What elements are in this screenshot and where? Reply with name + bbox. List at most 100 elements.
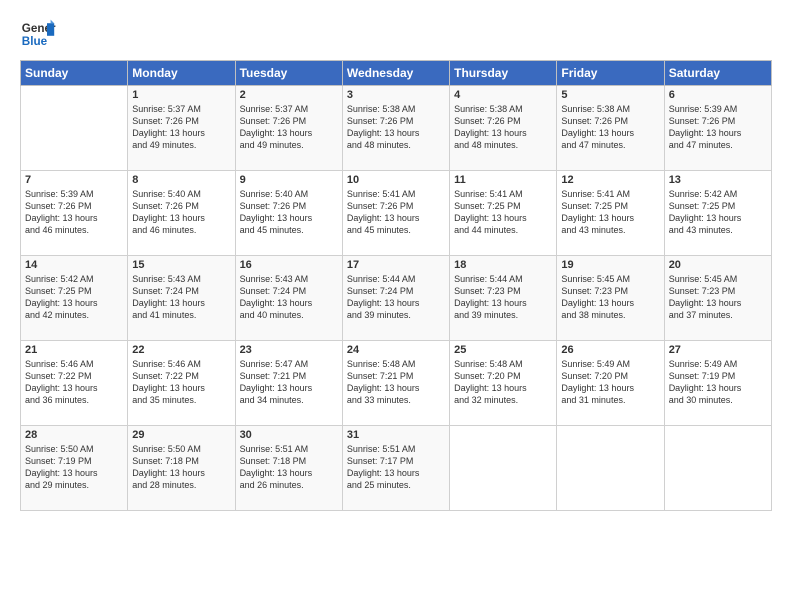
day-info: Sunrise: 5:50 AM Sunset: 7:18 PM Dayligh…	[132, 443, 230, 492]
day-number: 2	[240, 89, 338, 101]
day-number: 21	[25, 344, 123, 356]
day-cell: 19 Sunrise: 5:45 AM Sunset: 7:23 PM Dayli…	[557, 256, 664, 341]
day-number: 31	[347, 429, 445, 441]
day-cell: 22 Sunrise: 5:46 AM Sunset: 7:22 PM Dayli…	[128, 341, 235, 426]
calendar-table: SundayMondayTuesdayWednesdayThursdayFrid…	[20, 60, 772, 511]
day-cell: 7Sunrise: 5:39 AM Sunset: 7:26 PM Daylig…	[21, 171, 128, 256]
svg-text:Blue: Blue	[22, 35, 48, 48]
col-header-tuesday: Tuesday	[235, 61, 342, 86]
day-number: 20	[669, 259, 767, 271]
day-number: 22	[132, 344, 230, 356]
day-number: 28	[25, 429, 123, 441]
day-info: Sunrise: 5:38 AM Sunset: 7:26 PM Dayligh…	[561, 103, 659, 152]
day-number: 4	[454, 89, 552, 101]
day-number: 8	[132, 174, 230, 186]
day-cell: 15Sunrise: 5:43 AM Sunset: 7:24 PM Dayli…	[128, 256, 235, 341]
page-container: General Blue SundayMondayTuesdayWednesda…	[0, 0, 792, 521]
day-number: 11	[454, 174, 552, 186]
day-cell: 13Sunrise: 5:42 AM Sunset: 7:25 PM Dayli…	[664, 171, 771, 256]
day-cell: 12Sunrise: 5:41 AM Sunset: 7:25 PM Dayli…	[557, 171, 664, 256]
week-row-3: 14 Sunrise: 5:42 AM Sunset: 7:25 PM Dayli…	[21, 256, 772, 341]
day-number: 29	[132, 429, 230, 441]
day-cell: 9 Sunrise: 5:40 AM Sunset: 7:26 PM Daylig…	[235, 171, 342, 256]
col-header-monday: Monday	[128, 61, 235, 86]
day-info: Sunrise: 5:40 AM Sunset: 7:26 PM Dayligh…	[132, 188, 230, 237]
day-cell: 17 Sunrise: 5:44 AM Sunset: 7:24 PM Dayli…	[342, 256, 449, 341]
day-cell: 5 Sunrise: 5:38 AM Sunset: 7:26 PM Daylig…	[557, 86, 664, 171]
day-info: Sunrise: 5:48 AM Sunset: 7:20 PM Dayligh…	[454, 358, 552, 407]
day-cell: 29 Sunrise: 5:50 AM Sunset: 7:18 PM Dayli…	[128, 426, 235, 511]
week-row-4: 21 Sunrise: 5:46 AM Sunset: 7:22 PM Dayli…	[21, 341, 772, 426]
day-info: Sunrise: 5:40 AM Sunset: 7:26 PM Dayligh…	[240, 188, 338, 237]
col-header-saturday: Saturday	[664, 61, 771, 86]
week-row-2: 7Sunrise: 5:39 AM Sunset: 7:26 PM Daylig…	[21, 171, 772, 256]
day-info: Sunrise: 5:42 AM Sunset: 7:25 PM Dayligh…	[25, 273, 123, 322]
header: General Blue	[20, 16, 772, 52]
day-cell: 25 Sunrise: 5:48 AM Sunset: 7:20 PM Dayli…	[450, 341, 557, 426]
day-info: Sunrise: 5:43 AM Sunset: 7:24 PM Dayligh…	[240, 273, 338, 322]
logo: General Blue	[20, 16, 60, 52]
day-number: 7	[25, 174, 123, 186]
day-number: 30	[240, 429, 338, 441]
day-number: 17	[347, 259, 445, 271]
week-row-1: 1Sunrise: 5:37 AM Sunset: 7:26 PM Daylig…	[21, 86, 772, 171]
day-info: Sunrise: 5:41 AM Sunset: 7:26 PM Dayligh…	[347, 188, 445, 237]
calendar-header-row: SundayMondayTuesdayWednesdayThursdayFrid…	[21, 61, 772, 86]
day-number: 3	[347, 89, 445, 101]
day-cell: 10Sunrise: 5:41 AM Sunset: 7:26 PM Dayli…	[342, 171, 449, 256]
day-info: Sunrise: 5:38 AM Sunset: 7:26 PM Dayligh…	[347, 103, 445, 152]
day-info: Sunrise: 5:51 AM Sunset: 7:17 PM Dayligh…	[347, 443, 445, 492]
day-info: Sunrise: 5:50 AM Sunset: 7:19 PM Dayligh…	[25, 443, 123, 492]
day-info: Sunrise: 5:49 AM Sunset: 7:20 PM Dayligh…	[561, 358, 659, 407]
day-cell: 20Sunrise: 5:45 AM Sunset: 7:23 PM Dayli…	[664, 256, 771, 341]
day-info: Sunrise: 5:38 AM Sunset: 7:26 PM Dayligh…	[454, 103, 552, 152]
day-cell: 8 Sunrise: 5:40 AM Sunset: 7:26 PM Daylig…	[128, 171, 235, 256]
day-info: Sunrise: 5:42 AM Sunset: 7:25 PM Dayligh…	[669, 188, 767, 237]
day-number: 26	[561, 344, 659, 356]
day-number: 18	[454, 259, 552, 271]
day-cell: 4 Sunrise: 5:38 AM Sunset: 7:26 PM Daylig…	[450, 86, 557, 171]
day-cell: 11 Sunrise: 5:41 AM Sunset: 7:25 PM Dayli…	[450, 171, 557, 256]
day-info: Sunrise: 5:39 AM Sunset: 7:26 PM Dayligh…	[669, 103, 767, 152]
day-info: Sunrise: 5:37 AM Sunset: 7:26 PM Dayligh…	[132, 103, 230, 152]
day-cell: 30 Sunrise: 5:51 AM Sunset: 7:18 PM Dayli…	[235, 426, 342, 511]
day-cell: 18 Sunrise: 5:44 AM Sunset: 7:23 PM Dayli…	[450, 256, 557, 341]
day-cell: 27Sunrise: 5:49 AM Sunset: 7:19 PM Dayli…	[664, 341, 771, 426]
day-info: Sunrise: 5:41 AM Sunset: 7:25 PM Dayligh…	[454, 188, 552, 237]
day-number: 6	[669, 89, 767, 101]
day-number: 14	[25, 259, 123, 271]
day-number: 5	[561, 89, 659, 101]
day-cell: 21 Sunrise: 5:46 AM Sunset: 7:22 PM Dayli…	[21, 341, 128, 426]
day-cell: 6 Sunrise: 5:39 AM Sunset: 7:26 PM Daylig…	[664, 86, 771, 171]
day-info: Sunrise: 5:37 AM Sunset: 7:26 PM Dayligh…	[240, 103, 338, 152]
day-info: Sunrise: 5:46 AM Sunset: 7:22 PM Dayligh…	[132, 358, 230, 407]
day-cell	[664, 426, 771, 511]
day-cell: 2 Sunrise: 5:37 AM Sunset: 7:26 PM Daylig…	[235, 86, 342, 171]
day-number: 24	[347, 344, 445, 356]
day-cell: 24Sunrise: 5:48 AM Sunset: 7:21 PM Dayli…	[342, 341, 449, 426]
day-cell	[21, 86, 128, 171]
day-info: Sunrise: 5:46 AM Sunset: 7:22 PM Dayligh…	[25, 358, 123, 407]
col-header-wednesday: Wednesday	[342, 61, 449, 86]
day-info: Sunrise: 5:51 AM Sunset: 7:18 PM Dayligh…	[240, 443, 338, 492]
col-header-sunday: Sunday	[21, 61, 128, 86]
day-info: Sunrise: 5:41 AM Sunset: 7:25 PM Dayligh…	[561, 188, 659, 237]
day-info: Sunrise: 5:49 AM Sunset: 7:19 PM Dayligh…	[669, 358, 767, 407]
day-info: Sunrise: 5:44 AM Sunset: 7:23 PM Dayligh…	[454, 273, 552, 322]
day-number: 23	[240, 344, 338, 356]
day-number: 9	[240, 174, 338, 186]
col-header-friday: Friday	[557, 61, 664, 86]
day-cell	[557, 426, 664, 511]
day-info: Sunrise: 5:43 AM Sunset: 7:24 PM Dayligh…	[132, 273, 230, 322]
day-info: Sunrise: 5:47 AM Sunset: 7:21 PM Dayligh…	[240, 358, 338, 407]
day-info: Sunrise: 5:44 AM Sunset: 7:24 PM Dayligh…	[347, 273, 445, 322]
day-info: Sunrise: 5:45 AM Sunset: 7:23 PM Dayligh…	[561, 273, 659, 322]
day-cell: 14 Sunrise: 5:42 AM Sunset: 7:25 PM Dayli…	[21, 256, 128, 341]
day-number: 19	[561, 259, 659, 271]
week-row-5: 28 Sunrise: 5:50 AM Sunset: 7:19 PM Dayli…	[21, 426, 772, 511]
day-cell: 28 Sunrise: 5:50 AM Sunset: 7:19 PM Dayli…	[21, 426, 128, 511]
day-number: 25	[454, 344, 552, 356]
day-cell: 3 Sunrise: 5:38 AM Sunset: 7:26 PM Daylig…	[342, 86, 449, 171]
day-cell: 26 Sunrise: 5:49 AM Sunset: 7:20 PM Dayli…	[557, 341, 664, 426]
day-cell	[450, 426, 557, 511]
